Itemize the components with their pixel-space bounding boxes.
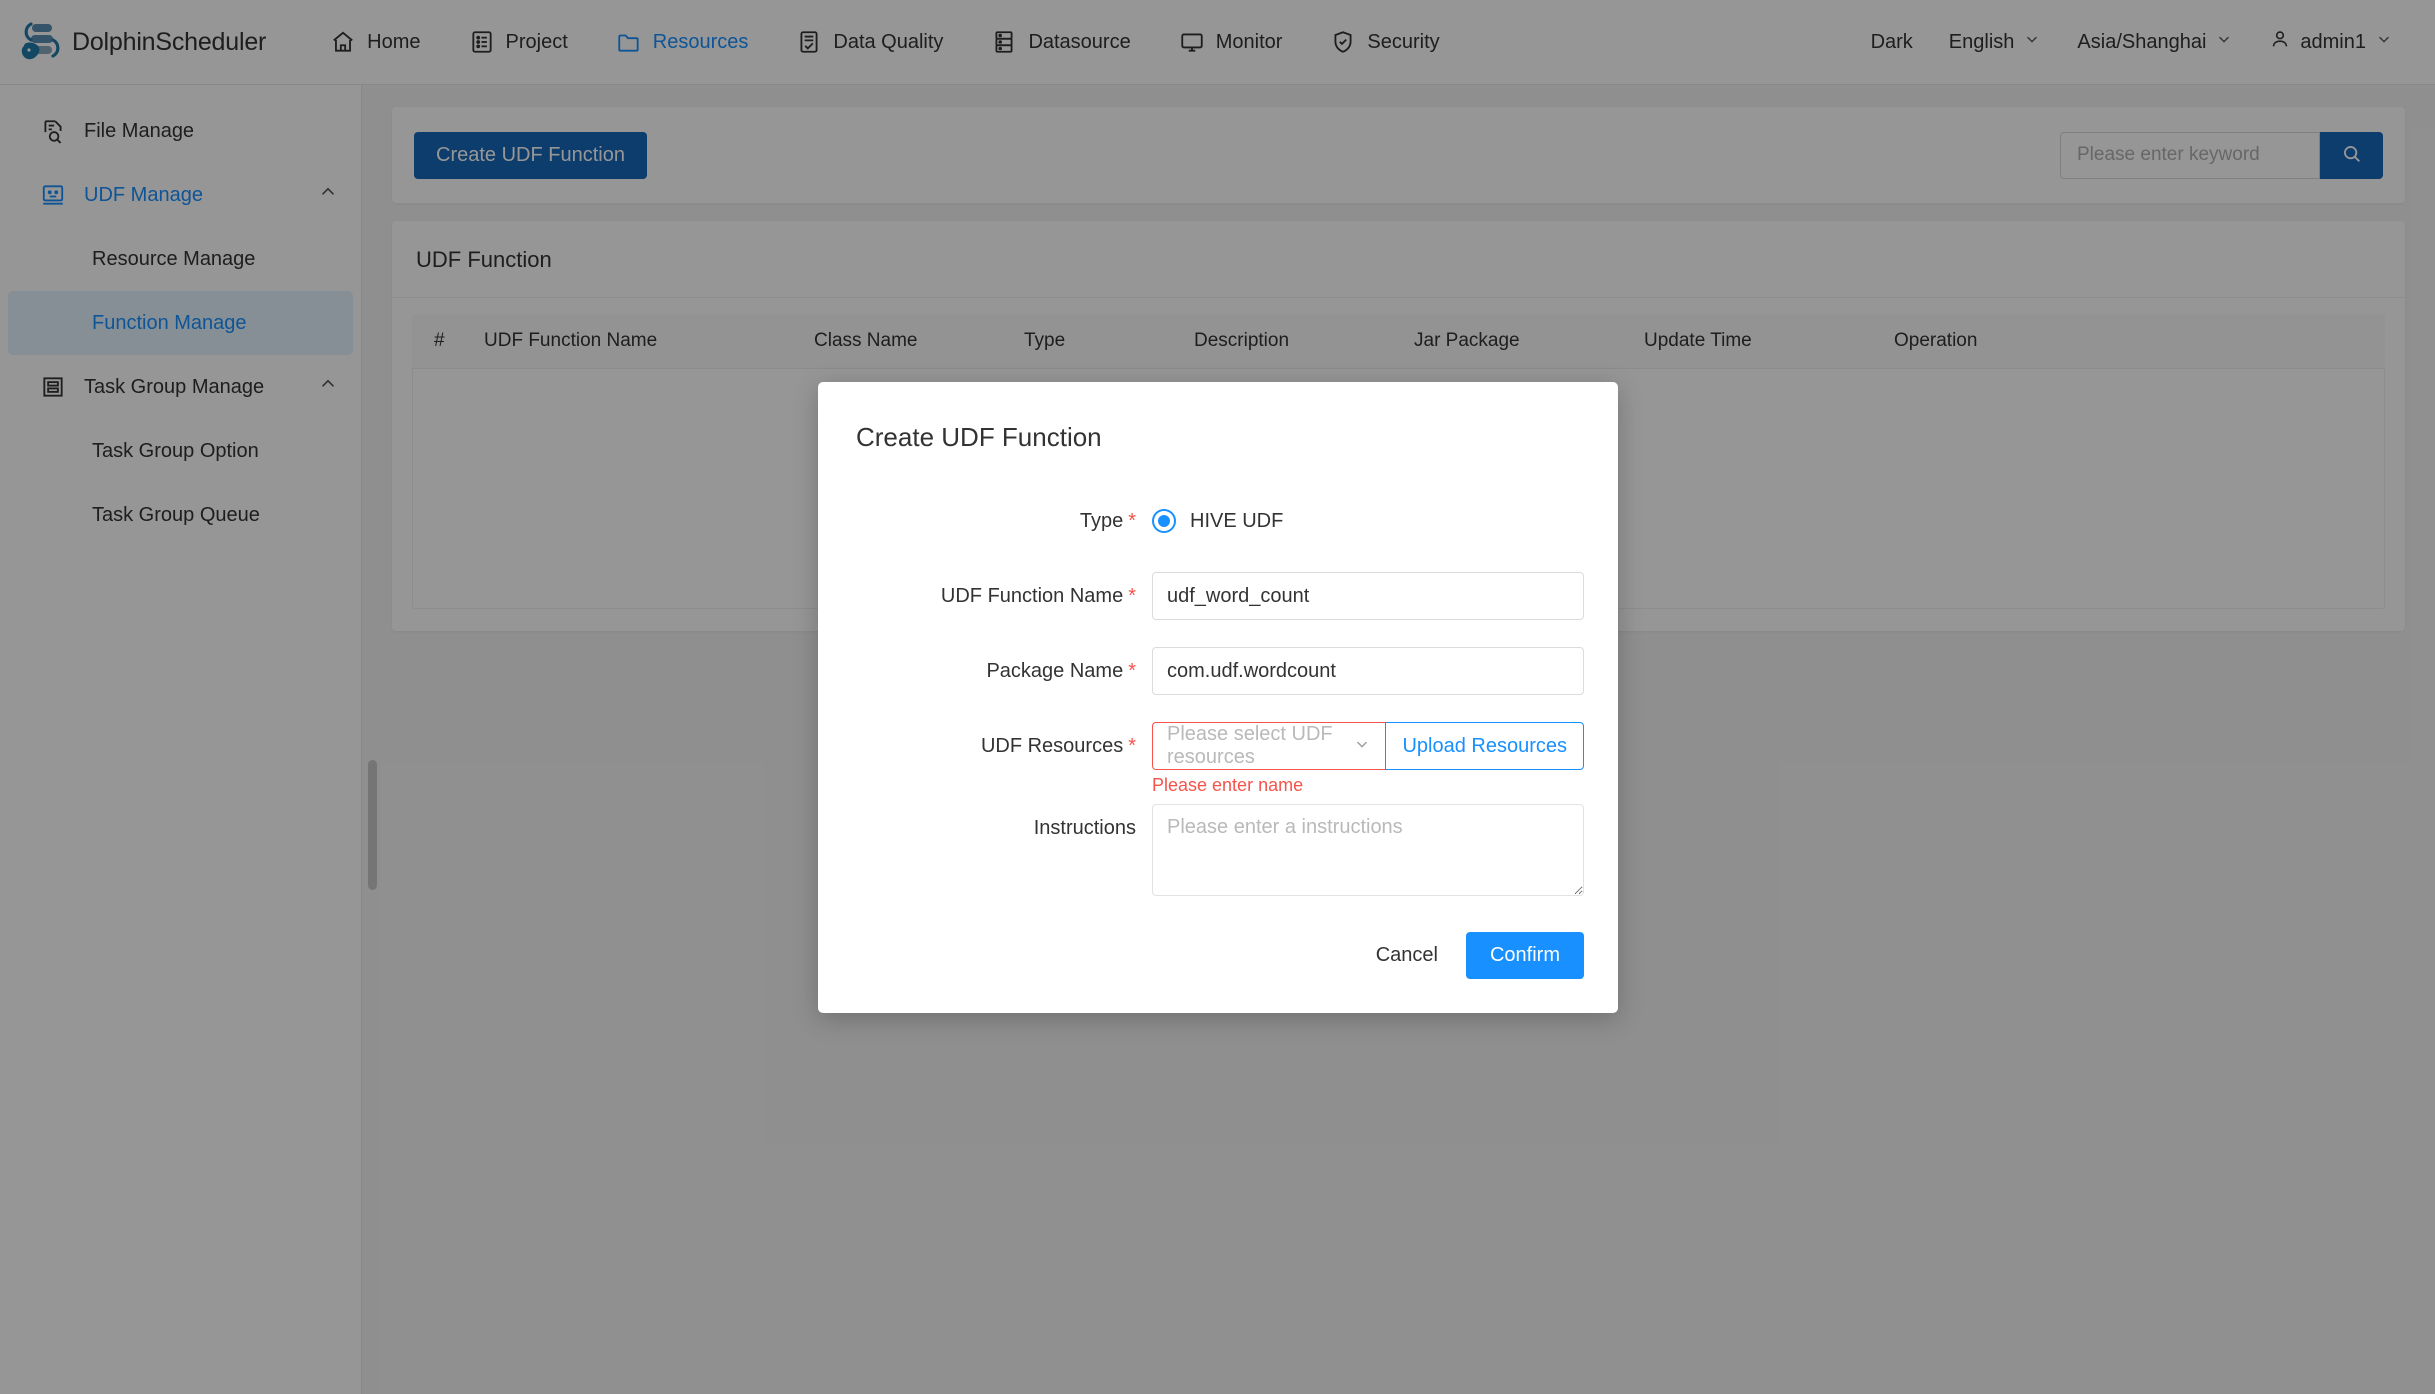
instructions-textarea[interactable] [1152, 804, 1584, 896]
cancel-button[interactable]: Cancel [1370, 936, 1444, 975]
required-asterisk: * [1128, 510, 1136, 532]
package-name-label: Package Name* [852, 647, 1152, 695]
udf-function-name-label: UDF Function Name* [852, 572, 1152, 620]
udf-function-name-control [1152, 572, 1584, 620]
type-radio-group[interactable]: HIVE UDF [1152, 497, 1584, 545]
udf-resources-select[interactable]: Please select UDF resources [1152, 722, 1385, 770]
form-row-udf-function-name: UDF Function Name* [852, 572, 1584, 620]
dialog-title: Create UDF Function [856, 422, 1584, 453]
form-row-package-name: Package Name* [852, 647, 1584, 695]
form-row-udf-resources: UDF Resources* Please select UDF resourc… [852, 722, 1584, 794]
instructions-control [1152, 804, 1584, 896]
radio-hive-udf-label: HIVE UDF [1190, 510, 1283, 533]
type-label-text: Type [1080, 510, 1123, 532]
upload-resources-button[interactable]: Upload Resources [1385, 722, 1584, 770]
type-control: HIVE UDF [1152, 497, 1584, 545]
form-row-instructions: Instructions [852, 804, 1584, 896]
instructions-label: Instructions [852, 804, 1152, 852]
udf-function-name-label-text: UDF Function Name [941, 585, 1123, 607]
udf-resources-error-message: Please enter name [1152, 775, 1584, 796]
chevron-down-icon [1353, 735, 1371, 758]
udf-function-name-input[interactable] [1152, 572, 1584, 620]
udf-resources-label-text: UDF Resources [981, 735, 1123, 757]
create-udf-function-dialog: Create UDF Function Type* HIVE UDF UDF F… [818, 382, 1618, 1013]
radio-hive-udf[interactable] [1152, 509, 1176, 533]
type-label: Type* [852, 497, 1152, 545]
dialog-footer: Cancel Confirm [852, 932, 1584, 979]
package-name-label-text: Package Name [986, 660, 1123, 682]
instructions-label-text: Instructions [1034, 817, 1136, 839]
required-asterisk: * [1128, 735, 1136, 757]
udf-resources-placeholder: Please select UDF resources [1167, 723, 1353, 769]
udf-resources-row: Please select UDF resources Upload Resou… [1152, 722, 1584, 770]
confirm-button[interactable]: Confirm [1466, 932, 1584, 979]
required-asterisk: * [1128, 660, 1136, 682]
package-name-control [1152, 647, 1584, 695]
required-asterisk: * [1128, 585, 1136, 607]
form-row-type: Type* HIVE UDF [852, 497, 1584, 545]
udf-resources-label: UDF Resources* [852, 722, 1152, 770]
udf-resources-control: Please select UDF resources Upload Resou… [1152, 722, 1584, 794]
package-name-input[interactable] [1152, 647, 1584, 695]
